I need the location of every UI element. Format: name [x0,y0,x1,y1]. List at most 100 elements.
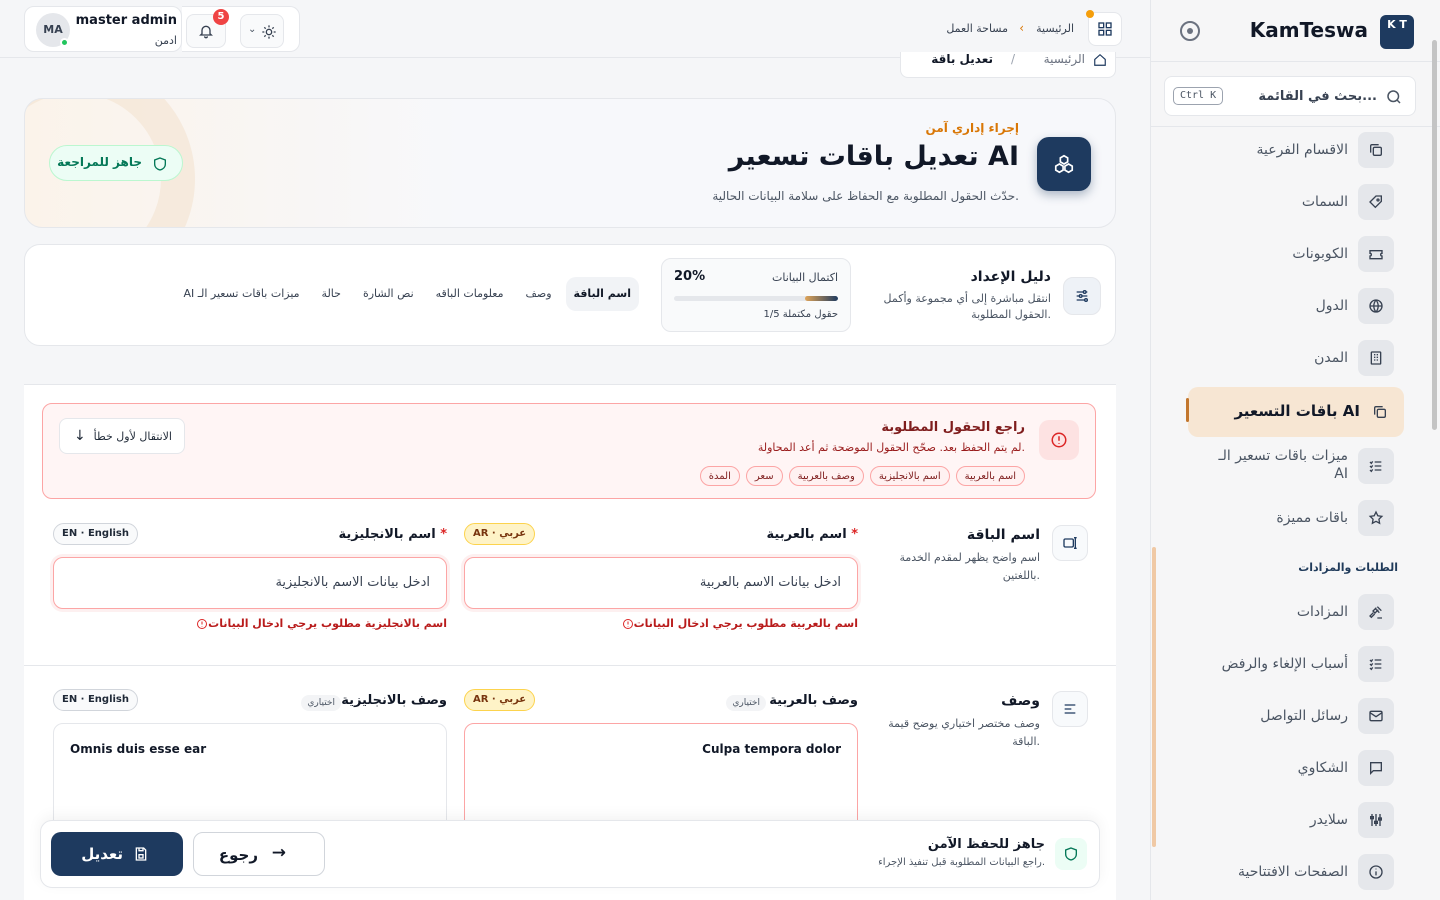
save-icon [135,847,147,861]
sidebar-nav: الاقسام الفرعية السمات الكوبونات الدول ا… [1150,126,1440,900]
text-cursor-icon [1052,525,1088,561]
sidebar-item-splash-pages[interactable]: الصفحات الافتتاحية [1178,849,1394,895]
sidebar-item-label: ميزات باقات تسعير الـ AI [1218,448,1348,482]
action-bar-subtitle: راجع البيانات المطلوبة قبل تنفيذ الإجراء… [878,857,1045,868]
field-label: وصف بالانجليزية [341,693,447,708]
layers-icon [1358,132,1394,168]
guide-subtitle: انتقل مباشرة إلى أي مجموعة وأكمل الحقول … [883,292,1051,321]
language-badge: AR · عربي [464,689,536,711]
sidebar-item-ai-plan-features[interactable]: ميزات باقات تسعير الـ AI [1178,443,1394,489]
sidebar-item-label: رسائل التواصل [1260,708,1348,724]
user-menu[interactable]: MA master admin ادمن [24,6,182,52]
language-badge: AR · عربي [464,523,536,545]
error-tag[interactable]: المدة [699,466,740,486]
chevron-down-icon: ⌄ [248,24,257,35]
sidebar-item-label: الدول [1315,298,1348,314]
sidebar-item-label: أسباب الإلغاء والرفض [1221,656,1348,672]
chip-ai-features[interactable]: ميزات باقات تسعير الـ AI [176,277,308,311]
chip-badge-text[interactable]: نص الشارة [355,277,422,311]
sidebar-item-label: الكوبونات [1292,246,1348,262]
sidebar-item-attributes[interactable]: السمات [1178,179,1394,225]
guide-title: دليل الإعداد [970,269,1051,285]
sidebar-item-cities[interactable]: المدن [1178,335,1394,381]
theme-toggle-button[interactable]: ⌄ [240,14,284,48]
brand-name: KamTeswa [1249,18,1368,42]
sidebar-item-auctions[interactable]: المزادات [1178,589,1394,635]
language-badge: EN · English [53,689,138,711]
sidebar-item-subcategories[interactable]: الاقسام الفرعية [1178,127,1394,173]
error-tag[interactable]: اسم بالانجليزية [869,466,950,486]
error-field-tags: اسم بالعربيةاسم بالانجليزيةوصف بالعربيةس… [694,464,1025,486]
chip-plan-name[interactable]: اسم الباقة [565,277,639,311]
breadcrumb-home-link[interactable]: الرئيسية [1044,52,1085,66]
align-left-icon [1052,691,1088,727]
optional-badge: اختياري [301,695,341,711]
breadcrumb-workspace-link[interactable]: مساحة العمل [946,22,1008,35]
completion-progress: اكتمال البيانات 20% 1/5 حقول مكتملة [661,258,851,332]
notifications-button[interactable]: 5 [186,9,229,48]
progress-label: اكتمال البيانات [772,271,838,284]
field-error-message: اسم بالانجليزية مطلوب يرجي ادخال البيانا… [192,617,447,630]
sidebar-item-cancel-reasons[interactable]: أسباب الإلغاء والرفض [1178,641,1394,687]
breadcrumb-home-link[interactable]: الرئيسية [1036,22,1074,35]
alert-circle-icon [622,619,633,629]
chip-description[interactable]: وصف [518,277,560,311]
error-tag[interactable]: وصف بالعربية [788,466,864,486]
field-label: اسم بالانجليزية * [339,527,447,542]
gavel-icon [1358,594,1394,630]
sidebar-item-label: المزادات [1296,604,1348,620]
sidebar-toggle-icon[interactable] [1180,21,1200,41]
shield-icon [1055,838,1087,870]
name-en-input[interactable]: ادخل بيانات الاسم بالانجليزية [53,557,447,609]
desc-ar-textarea[interactable]: Culpa tempora dolor [464,723,858,833]
error-tag[interactable]: اسم بالعربية [955,466,1025,486]
search-shortcut-badge: Ctrl K [1173,87,1224,105]
error-tag[interactable]: سعر [745,466,783,486]
sidebar-item-complaints[interactable]: الشكاوي [1178,745,1394,791]
input-placeholder: ادخل بيانات الاسم بالانجليزية [275,575,430,590]
page-hero: إجراء إداري آمن تعديل باقات تسعير AI حدّ… [24,98,1116,228]
chip-status[interactable]: حالة [314,277,349,311]
active-indicator [1186,398,1189,422]
nav-scroll-track [1152,547,1156,847]
sidebar-item-ai-pricing-plans[interactable]: باقات التسعير AI [1186,387,1404,437]
status-dot [1086,10,1094,18]
page-scrollbar[interactable] [1432,40,1437,430]
sidebar-search-input[interactable]: بحث في القائمة... Ctrl K [1164,76,1416,116]
tag-icon [1358,184,1394,220]
alert-circle-icon [1039,420,1079,460]
list-check-icon [1358,448,1394,484]
chip-plan-info[interactable]: معلومات الباقه [428,277,512,311]
sliders-icon [1063,277,1101,315]
jump-to-first-error-button[interactable]: الانتقال لأول خطأ ↓ [59,418,185,454]
sidebar-item-label: باقات التسعير AI [1234,402,1360,420]
sidebar-section-title: الطلبات والمزادات [1298,561,1398,574]
required-mark: * [440,527,447,542]
desc-en-textarea[interactable]: Omnis duis esse ear [53,723,447,833]
error-text: اسم بالعربية مطلوب يرجي ادخال البيانات [633,617,858,630]
optional-badge: اختياري [726,695,766,711]
section-jump-chips: اسم الباقةوصفمعلومات الباقهنص الشارةحالة… [170,277,639,311]
language-badge: EN · English [53,523,138,545]
brand-logo: K T [1380,15,1414,49]
sidebar-item-slider[interactable]: سلايدر [1178,797,1394,843]
sidebar: K T KamTeswa بحث في القائمة... Ctrl K ال… [1150,0,1440,900]
sidebar-item-label: الاقسام الفرعية [1256,142,1349,158]
sidebar-item-coupons[interactable]: الكوبونات [1178,231,1394,277]
save-button[interactable]: تعديل [51,832,183,876]
field-error-message: اسم بالعربية مطلوب يرجي ادخال البيانات [618,617,858,630]
sidebar-item-featured-plans[interactable]: باقات مميزة [1178,495,1394,541]
info-icon [1358,854,1394,890]
sidebar-item-contact-messages[interactable]: رسائل التواصل [1178,693,1394,739]
field-label-text: اسم بالانجليزية [338,527,436,542]
alert-circle-icon [197,619,208,629]
section-title: وصف [1001,693,1040,709]
sidebar-item-label: السمات [1301,194,1348,210]
back-button[interactable]: رجوع → [193,832,325,876]
page-subtitle: حدّث الحقول المطلوبة مع الحفاظ على سلامة… [712,189,1019,203]
apps-grid-button[interactable] [1086,10,1122,46]
user-role: ادمن [154,34,177,47]
name-ar-input[interactable]: ادخل بيانات الاسم بالعربية [464,557,858,609]
sun-icon [262,25,276,39]
sidebar-item-countries[interactable]: الدول [1178,283,1394,329]
